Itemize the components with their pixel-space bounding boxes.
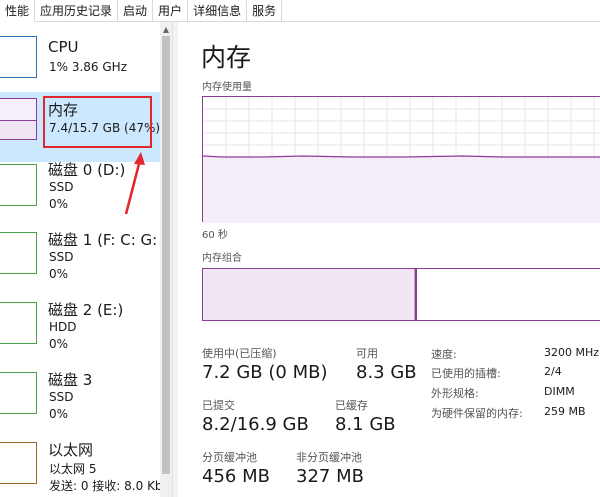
disk-2-type: HDD <box>49 320 77 334</box>
cpu-thumbnail <box>0 36 37 78</box>
sidebar-item-disk-3[interactable]: 磁盘 3 SSD 0% <box>0 371 160 442</box>
committed-value: 8.2/16.9 GB <box>202 414 309 435</box>
memory-usage-graph <box>202 96 600 223</box>
disk-1-type: SSD <box>49 250 74 264</box>
speed-label: 速度: <box>431 348 457 361</box>
speed-value: 3200 MHz <box>544 346 600 359</box>
in-use-value: 7.2 GB (0 MB) <box>202 362 328 383</box>
tab-users[interactable]: 用户 <box>153 0 189 22</box>
memory-thumbnail-fill <box>0 120 36 139</box>
page-title: 内存 <box>201 43 252 72</box>
sidebar-scrollbar[interactable]: ▲ <box>160 22 172 497</box>
tab-performance[interactable]: 性能 <box>0 0 36 23</box>
sidebar-item-ethernet[interactable]: 以太网 以太网 5 发送: 0 接收: 8.0 Kb <box>0 441 163 497</box>
composition-label: 内存组合 <box>202 253 242 264</box>
disk-0-thumbnail <box>0 164 37 206</box>
disk-3-usage: 0% <box>49 407 69 421</box>
highlight-box <box>43 96 152 148</box>
memory-thumbnail <box>0 98 37 140</box>
ethernet-thumbnail <box>0 442 37 484</box>
form-factor-label: 外形规格: <box>431 387 479 400</box>
cached-value: 8.1 GB <box>335 414 396 435</box>
form-factor-value: DIMM <box>544 385 575 398</box>
cpu-summary: 1% 3.86 GHz <box>49 60 128 74</box>
available-value: 8.3 GB <box>356 362 417 383</box>
tab-startup[interactable]: 启动 <box>118 0 154 22</box>
paged-pool-label: 分页缓冲池 <box>202 451 257 464</box>
disk-1-usage: 0% <box>49 267 69 281</box>
cpu-title: CPU <box>48 38 79 56</box>
memory-usage-chart <box>203 97 600 223</box>
annotation-arrow-icon <box>124 152 145 215</box>
tab-services[interactable]: 服务 <box>247 0 283 22</box>
disk-1-title: 磁盘 1 (F: C: G: <box>48 231 158 249</box>
available-label: 可用 <box>356 347 378 360</box>
nonpaged-pool-label: 非分页缓冲池 <box>296 451 362 464</box>
usage-graph-label: 内存使用量 <box>202 82 252 93</box>
disk-0-type: SSD <box>49 180 74 194</box>
disk-2-usage: 0% <box>49 337 69 351</box>
tab-bar: 性能 应用历史记录 启动 用户 详细信息 服务 <box>0 0 600 23</box>
scroll-up-arrow-icon[interactable]: ▲ <box>160 24 172 36</box>
disk-0-title: 磁盘 0 (D:) <box>48 161 126 179</box>
sidebar-item-disk-1[interactable]: 磁盘 1 (F: C: G: SSD 0% <box>0 231 160 302</box>
time-span-label: 60 秒 <box>202 230 228 241</box>
disk-3-title: 磁盘 3 <box>48 371 93 389</box>
disk-0-usage: 0% <box>49 197 69 211</box>
disk-1-thumbnail <box>0 232 37 274</box>
disk-2-title: 磁盘 2 (E:) <box>48 301 124 319</box>
composition-modified <box>415 269 418 320</box>
memory-detail-panel: 内存 内存使用量 60 秒 内存组合 使用中(已压缩) 7.2 GB (0 MB… <box>178 22 600 497</box>
in-use-label: 使用中(已压缩) <box>202 347 277 360</box>
disk-3-type: SSD <box>49 390 74 404</box>
hardware-reserved-label: 为硬件保留的内存: <box>431 407 523 420</box>
composition-in-use <box>203 269 416 320</box>
ethernet-adapter: 以太网 5 <box>49 462 97 476</box>
resource-list: CPU 1% 3.86 GHz 内存 7.4/15.7 GB (47%) 磁盘 … <box>0 22 172 497</box>
ethernet-rates: 发送: 0 接收: 8.0 Kb <box>49 479 163 493</box>
paged-pool-value: 456 MB <box>202 466 270 487</box>
disk-3-thumbnail <box>0 372 37 414</box>
committed-label: 已提交 <box>202 399 235 412</box>
ethernet-title: 以太网 <box>48 441 94 459</box>
memory-composition-bar <box>202 268 600 321</box>
disk-2-thumbnail <box>0 302 37 344</box>
tab-app-history[interactable]: 应用历史记录 <box>35 0 119 22</box>
slots-label: 已使用的插槽: <box>431 367 501 380</box>
sidebar-item-disk-2[interactable]: 磁盘 2 (E:) HDD 0% <box>0 301 160 372</box>
nonpaged-pool-value: 327 MB <box>296 466 364 487</box>
slots-value: 2/4 <box>544 365 562 378</box>
tab-details[interactable]: 详细信息 <box>188 0 248 22</box>
hardware-reserved-value: 259 MB <box>544 405 586 418</box>
scrollbar-thumb[interactable] <box>162 36 170 474</box>
cached-label: 已缓存 <box>335 399 368 412</box>
sidebar-item-cpu[interactable]: CPU 1% 3.86 GHz <box>0 22 160 92</box>
